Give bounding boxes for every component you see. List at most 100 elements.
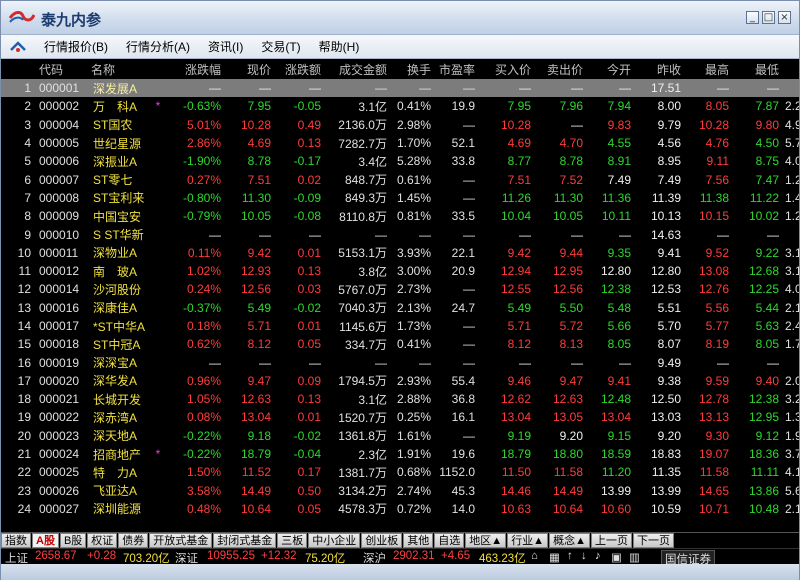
cell-code: 000007 bbox=[39, 172, 80, 187]
col-header-name[interactable]: 名称 bbox=[87, 59, 151, 79]
quote-row[interactable]: 7 000008 ST宝利来 -0.80% 11.30 -0.09 849.3万 1.45% —… bbox=[1, 189, 799, 207]
cell-turnover-rate: — bbox=[419, 355, 431, 370]
quote-row[interactable]: 23 000026 飞亚达A 3.58% 14.49 0.50 3134.2万 2.74% 45… bbox=[1, 482, 799, 500]
tab-6[interactable]: 封闭式基金 bbox=[213, 533, 277, 548]
col-header-price[interactable]: 现价 bbox=[225, 59, 275, 79]
tab-14[interactable]: 概念▲ bbox=[549, 533, 590, 548]
tab-13[interactable]: 行业▲ bbox=[507, 533, 549, 548]
tab-7[interactable]: 三板 bbox=[277, 533, 308, 548]
col-header-ask[interactable]: 卖出价 bbox=[535, 59, 587, 79]
col-header-prev-close[interactable]: 昨收 bbox=[635, 59, 685, 79]
tab-16[interactable]: 下一页 bbox=[632, 533, 674, 548]
tab-3[interactable]: 权证 bbox=[87, 533, 118, 548]
cell-change-amt: -0.02 bbox=[293, 300, 321, 315]
window-title: 泰九内参 bbox=[41, 12, 102, 29]
cell-mark bbox=[151, 482, 169, 500]
quote-row[interactable]: 9 000010 S ST华新 — — — — — — — — — 14.63 — — bbox=[1, 225, 799, 243]
quote-row[interactable]: 10 000011 深物业A 0.11% 9.42 0.01 5153.1万 3.93% 22.… bbox=[1, 244, 799, 262]
quote-row[interactable]: 11 000012 南 玻A 1.02% 12.93 0.13 3.8亿 3.00% 20.9 1… bbox=[1, 262, 799, 280]
tab-12[interactable]: 地区▲ bbox=[465, 533, 507, 548]
cell-turnover-amount: 7040.3万 bbox=[338, 301, 387, 316]
cell-mark bbox=[151, 262, 169, 280]
col-header-bid[interactable]: 买入价 bbox=[479, 59, 535, 79]
menu-analysis[interactable]: 行情分析(A) bbox=[117, 37, 199, 57]
quote-row[interactable]: 14 000017 *ST中华A 0.18% 5.71 0.01 1145.6万 1.73% —… bbox=[1, 317, 799, 335]
tab-4[interactable]: 债券 bbox=[118, 533, 149, 548]
maximize-button[interactable]: □ bbox=[762, 11, 775, 24]
quote-row[interactable]: 12 000014 沙河股份 0.24% 12.56 0.03 5767.0万 2.73% — 1… bbox=[1, 280, 799, 298]
display-icon[interactable]: ▣ bbox=[611, 550, 622, 564]
tab-8[interactable]: 中小企业 bbox=[308, 533, 361, 548]
tab-11[interactable]: 自选 bbox=[434, 533, 465, 548]
home-icon[interactable]: ⌂ bbox=[531, 550, 538, 562]
tab-10[interactable]: 其他 bbox=[403, 533, 434, 548]
col-header-change-pct[interactable]: 涨跌幅 bbox=[169, 59, 225, 79]
cell-turnover-amount: 2.3亿 bbox=[358, 447, 387, 462]
close-button[interactable]: × bbox=[778, 11, 791, 24]
cell-mark bbox=[151, 170, 169, 188]
minimize-button[interactable]: _ bbox=[746, 11, 759, 24]
cell-low: 9.80 bbox=[755, 117, 779, 132]
menu-bar: 行情报价(B) 行情分析(A) 资讯(I) 交易(T) 帮助(H) bbox=[1, 35, 799, 59]
col-header-change-amt[interactable]: 涨跌额 bbox=[275, 59, 325, 79]
cell-ask: 10.05 bbox=[552, 209, 583, 224]
col-header-code[interactable]: 代码 bbox=[35, 59, 87, 79]
quote-row[interactable]: 19 000022 深赤湾A 0.08% 13.04 0.01 1520.7万 0.25% 16… bbox=[1, 408, 799, 426]
cell-ask: 14.49 bbox=[552, 483, 583, 498]
col-header-low[interactable]: 最低 bbox=[733, 59, 783, 79]
cell-ask: 12.95 bbox=[552, 264, 583, 279]
quote-row[interactable]: 1 000001 深发展A — — — — — — — — —17.51— — bbox=[1, 79, 799, 98]
cell-prev-close: 9.41 bbox=[657, 245, 681, 260]
tab-15[interactable]: 上一页 bbox=[590, 533, 632, 548]
grid-icon[interactable]: ▦ bbox=[549, 550, 560, 564]
quote-row[interactable]: 4 000005 世纪星源 2.86% 4.69 0.13 7282.7万 1.70% 52.1… bbox=[1, 134, 799, 152]
cell-open: 9.15 bbox=[607, 428, 631, 443]
quote-row[interactable]: 5 000006 深振业A -1.90% 8.78 -0.17 3.4亿 5.28% 33.8 8… bbox=[1, 152, 799, 170]
col-header-open[interactable]: 今开 bbox=[587, 59, 635, 79]
quote-grid[interactable]: 代码 名称 涨跌幅 现价 涨跌额 成交金额 换手 市盈率 买入价 卖出价 今开 昨收 最高 最低 1 000… bbox=[1, 59, 799, 532]
menu-help[interactable]: 帮助(H) bbox=[310, 37, 369, 57]
quote-row[interactable]: 24 000027 深圳能源 0.48% 10.64 0.05 4578.3万 0.72% 14… bbox=[1, 500, 799, 518]
cell-change-pct: -0.79% bbox=[182, 209, 221, 224]
tab-2[interactable]: B股 bbox=[59, 533, 87, 548]
cell-turnover-amount: 334.7万 bbox=[344, 337, 387, 352]
quote-row[interactable]: 8 000009 中国宝安 -0.79% 10.05 -0.08 8110.8万 0.81% 3… bbox=[1, 207, 799, 225]
cell-high: 9.52 bbox=[705, 245, 729, 260]
col-header-turnover-amount[interactable]: 成交金额 bbox=[325, 59, 391, 79]
cell-turnover-amount: 3134.2万 bbox=[338, 484, 387, 499]
menu-quotes[interactable]: 行情报价(B) bbox=[35, 37, 117, 57]
cell-ask: 11.30 bbox=[553, 190, 583, 205]
menu-news[interactable]: 资讯(I) bbox=[199, 37, 252, 57]
quote-row[interactable]: 6 000007 ST零七 0.27% 7.51 0.02 848.7万 0.61% — 7.51… bbox=[1, 170, 799, 188]
tab-9[interactable]: 创业板 bbox=[361, 533, 403, 548]
col-header-pe-ratio[interactable]: 市盈率 bbox=[435, 59, 479, 79]
connection-icon[interactable]: ▥ bbox=[629, 550, 640, 564]
quote-row[interactable]: 18 000021 长城开发 1.05% 12.63 0.13 3.1亿 2.88% 36.8 1… bbox=[1, 390, 799, 408]
cell-change-amt: 0.13 bbox=[297, 264, 321, 279]
cell-pe-ratio: — bbox=[463, 337, 475, 352]
sound-icon[interactable]: ♪ bbox=[595, 550, 601, 562]
quote-row[interactable]: 15 000018 ST中冠A 0.62% 8.12 0.05 334.7万 0.41% — 8.… bbox=[1, 335, 799, 353]
menu-trade[interactable]: 交易(T) bbox=[252, 37, 309, 57]
cell-low: — bbox=[767, 227, 779, 242]
quote-row[interactable]: 2 000002 万 科A * -0.63% 7.95 -0.05 3.1亿 0.41% 19.9… bbox=[1, 97, 799, 115]
tab-0[interactable]: 指数 bbox=[1, 533, 31, 548]
quote-row[interactable]: 16 000019 深深宝A — — — — — — — — — 9.49 — — bbox=[1, 353, 799, 371]
tab-1[interactable]: A股 bbox=[32, 533, 59, 548]
menu-logo-icon[interactable] bbox=[1, 37, 35, 57]
quote-row[interactable]: 17 000020 深华发A 0.96% 9.47 0.09 1794.5万 2.93% 55.… bbox=[1, 372, 799, 390]
quote-row[interactable]: 21 000024 招商地产 * -0.22% 18.79 -0.04 2.3亿 1.91% 19… bbox=[1, 445, 799, 463]
cell-high: 9.59 bbox=[705, 373, 729, 388]
quote-row[interactable]: 22 000025 特 力A 1.50% 11.52 0.17 1381.7万 0.68% 11… bbox=[1, 463, 799, 481]
up-arrow-icon[interactable]: ↑ bbox=[567, 550, 573, 562]
quote-row[interactable]: 13 000016 深康佳A -0.37% 5.49 -0.02 7040.3万 2.13% 2… bbox=[1, 299, 799, 317]
cell-price: 12.56 bbox=[240, 282, 271, 297]
quote-row[interactable]: 3 000004 ST国农 5.01% 10.28 0.49 2136.0万 2.98% — 10… bbox=[1, 116, 799, 134]
col-header-turnover-rate[interactable]: 换手 bbox=[391, 59, 435, 79]
tab-5[interactable]: 开放式基金 bbox=[149, 533, 213, 548]
cell-bid: 7.51 bbox=[507, 172, 531, 187]
col-header-high[interactable]: 最高 bbox=[685, 59, 733, 79]
cell-prev-close: 9.38 bbox=[657, 373, 681, 388]
down-arrow-icon[interactable]: ↓ bbox=[581, 550, 587, 562]
quote-row[interactable]: 20 000023 深天地A -0.22% 9.18 -0.02 1361.8万 1.61% —… bbox=[1, 427, 799, 445]
